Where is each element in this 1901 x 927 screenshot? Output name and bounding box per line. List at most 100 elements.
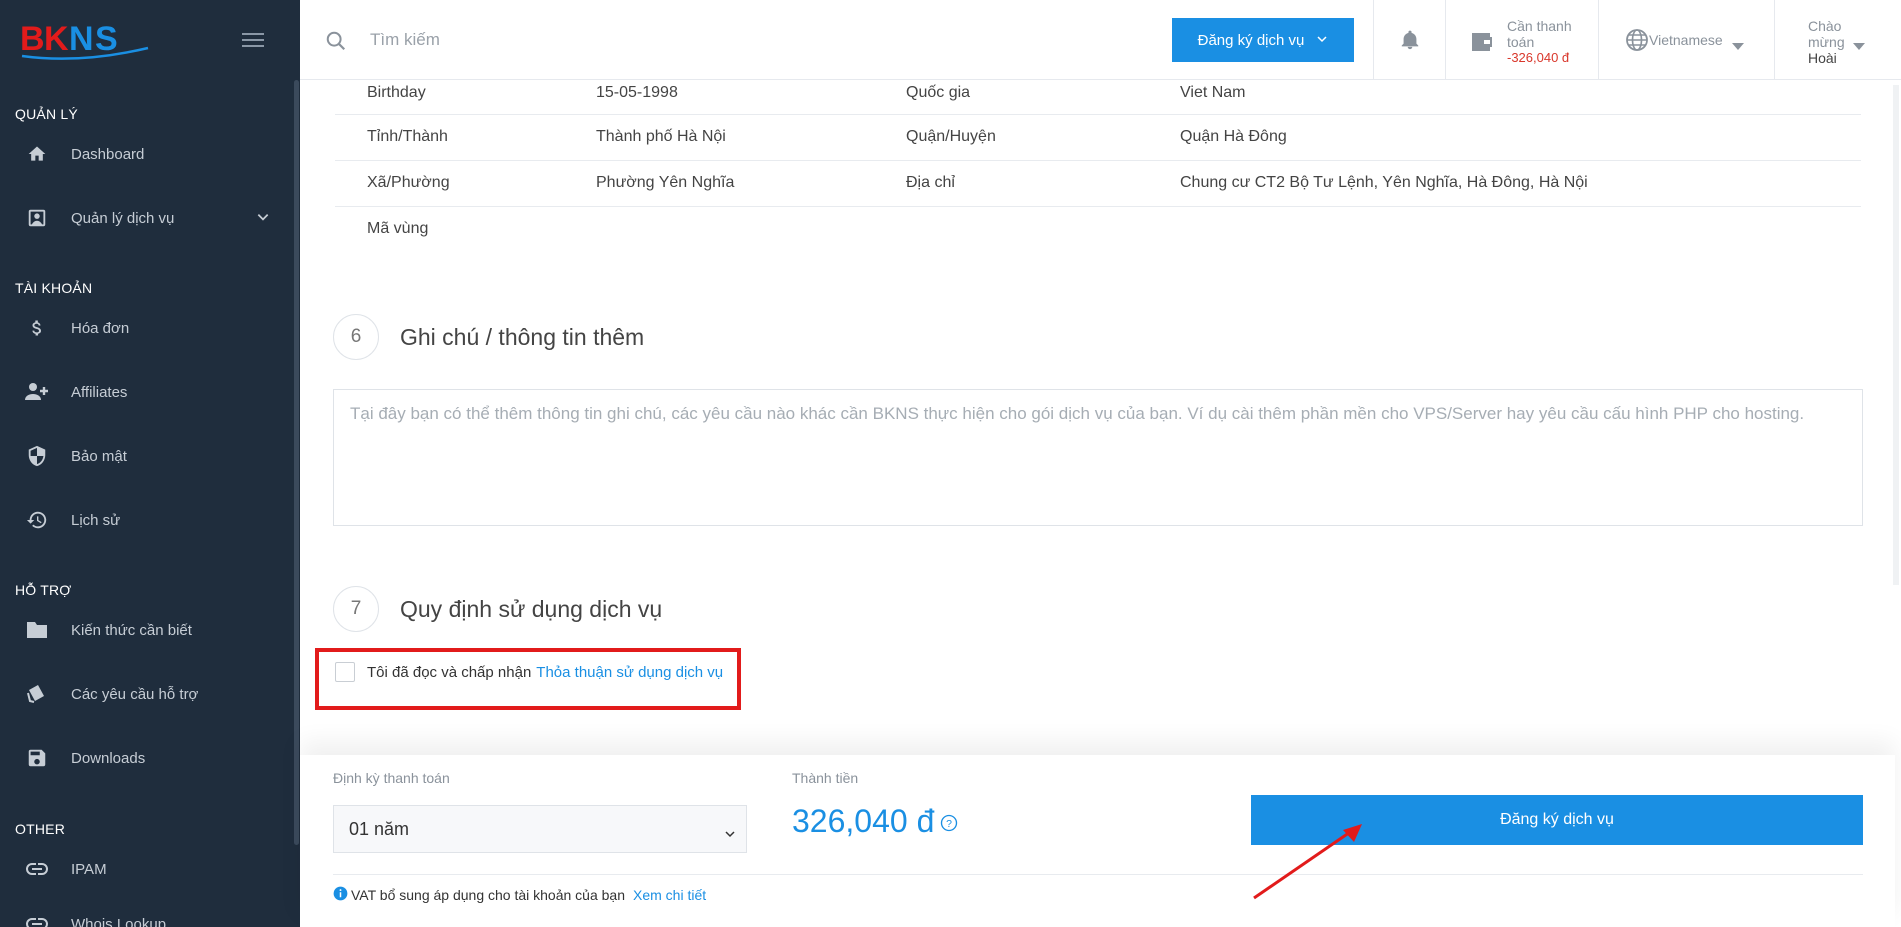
home-icon [22,144,52,164]
history-icon [22,509,52,531]
sidebar-item-downloads[interactable]: Downloads [0,734,290,782]
sidebar: B K N S QUẢN LÝ Dashboard Quản lý dịch v… [0,0,300,927]
bell-icon[interactable] [1399,28,1421,57]
table-row: Xã/Phường Phường Yên Nghĩa Địa chỉ Chung… [335,161,1861,207]
folder-icon [22,620,52,640]
cell-value: Quận Hà Đông [1180,128,1287,145]
sidebar-item-history[interactable]: Lịch sử [0,496,290,544]
step-title: Ghi chú / thông tin thêm [400,323,645,350]
cell-label: Mã vùng [367,220,429,237]
sidebar-item-ipam[interactable]: IPAM [0,845,290,893]
section-title-manage: QUẢN LÝ [15,106,78,122]
sidebar-item-label: Hóa đơn [71,319,130,337]
caret-down-icon[interactable] [1853,38,1865,56]
step-number: 7 [333,586,379,632]
terms-acceptance: Tôi đã đọc và chấp nhận Thỏa thuận sử dụ… [335,662,723,682]
language-selector[interactable]: Vietnamese [1649,32,1723,48]
section-title-other: OTHER [15,821,65,837]
table-row: Birthday 15-05-1998 Quốc gia Viet Nam [335,80,1861,115]
info-icon [333,886,348,904]
link-icon [22,862,52,876]
page-scrollbar[interactable] [1893,85,1899,585]
cell-value: 15-05-1998 [596,84,678,101]
sidebar-item-label: Dashboard [71,145,145,163]
cell-value: Chung cư CT2 Bộ Tư Lệnh, Yên Nghĩa, Hà Đ… [1180,174,1588,191]
sidebar-item-support-requests[interactable]: Các yêu cầu hỗ trợ [0,670,290,718]
svg-text:K: K [44,20,69,58]
svg-text:S: S [95,20,118,58]
cell-label: Quốc gia [906,84,971,101]
register-service-dropdown-button[interactable]: Đăng ký dịch vụ [1172,18,1354,62]
tickets-icon [22,682,52,706]
total-value: 326,040 đ [792,803,935,839]
divider [1373,0,1374,80]
step-notes-header: 6 Ghi chú / thông tin thêm [333,314,644,360]
svg-text:N: N [69,20,94,58]
vat-text: VAT bổ sung áp dụng cho tài khoản của bạ… [351,887,625,903]
sidebar-item-dashboard[interactable]: Dashboard [0,130,290,178]
top-bar: Đăng ký dịch vụ Cần thanh toán -326,040 … [300,0,1901,80]
chevron-down-icon [724,824,736,845]
sidebar-item-services[interactable]: Quản lý dịch vụ [0,194,290,242]
annotation-arrow-icon [1253,824,1362,900]
sidebar-item-affiliates[interactable]: Affiliates [0,368,290,416]
chevron-down-icon [1316,32,1328,49]
sidebar-scrollbar[interactable] [294,80,299,845]
register-service-label: Đăng ký dịch vụ [1197,31,1305,49]
cell-label: Birthday [367,84,426,101]
search-icon[interactable] [325,30,347,57]
cell-value: Viet Nam [1180,84,1246,101]
sidebar-item-security[interactable]: Bảo mật [0,432,290,480]
divider [1598,0,1599,80]
shield-icon [22,444,52,468]
dollar-icon [22,316,52,340]
wallet-icon[interactable] [1470,30,1494,57]
section-title-account: TÀI KHOẢN [15,280,93,296]
sidebar-item-label: Kiến thức cần biết [71,621,192,639]
sidebar-item-whois[interactable]: Whois Lookup [0,900,290,927]
step-number: 6 [333,314,379,360]
cell-label: Quận/Huyện [906,128,996,145]
section-title-support: HỖ TRỢ [15,582,72,598]
table-row: Tỉnh/Thành Thành phố Hà Nội Quận/Huyện Q… [335,115,1861,161]
user-name[interactable]: Hoài [1808,50,1837,66]
search-input[interactable] [370,24,870,56]
billing-period-label: Định kỳ thanh toán [333,770,450,786]
sidebar-item-label: IPAM [71,860,107,878]
billing-period-select[interactable]: 01 năm [333,805,747,853]
sidebar-item-label: Các yêu cầu hỗ trợ [71,685,199,703]
terms-checkbox[interactable] [335,662,355,682]
sidebar-item-label: Lịch sử [71,511,121,529]
sidebar-item-label: Whois Lookup [71,915,167,927]
sidebar-item-label: Bảo mật [71,447,127,465]
bkns-logo[interactable]: B K N S [20,18,160,62]
globe-icon[interactable] [1625,28,1649,57]
divider [1774,0,1775,80]
help-icon[interactable]: ? [940,803,958,840]
save-icon [22,747,52,769]
notes-textarea[interactable] [333,389,1863,526]
sidebar-item-label: Quản lý dịch vụ [71,209,175,227]
amount-due-label[interactable]: Cần thanh toán [1507,18,1587,50]
cell-label: Xã/Phường [367,174,450,191]
vat-notice: VAT bổ sung áp dụng cho tài khoản của bạ… [333,886,706,904]
cell-value: Thành phố Hà Nội [596,128,726,145]
cell-value: Phường Yên Nghĩa [596,174,735,191]
step-terms-header: 7 Quy định sử dụng dịch vụ [333,586,662,632]
sidebar-item-invoices[interactable]: Hóa đơn [0,304,290,352]
divider [1445,0,1446,80]
step-title: Quy định sử dụng dịch vụ [400,595,663,622]
svg-text:?: ? [946,818,952,830]
cell-label: Tỉnh/Thành [367,128,448,145]
add-user-icon [22,381,52,403]
amount-due-value[interactable]: -326,040 đ [1507,50,1569,65]
sidebar-item-knowledge[interactable]: Kiến thức cần biết [0,606,290,654]
hamburger-menu-icon[interactable] [242,33,264,49]
caret-down-icon [1732,38,1744,56]
vat-details-link[interactable]: Xem chi tiết [633,887,706,903]
account-box-icon [22,207,52,229]
svg-text:B: B [20,20,45,58]
billing-period-value: 01 năm [349,818,410,839]
divider [333,874,1863,875]
terms-link[interactable]: Thỏa thuận sử dụng dịch vụ [536,664,723,681]
